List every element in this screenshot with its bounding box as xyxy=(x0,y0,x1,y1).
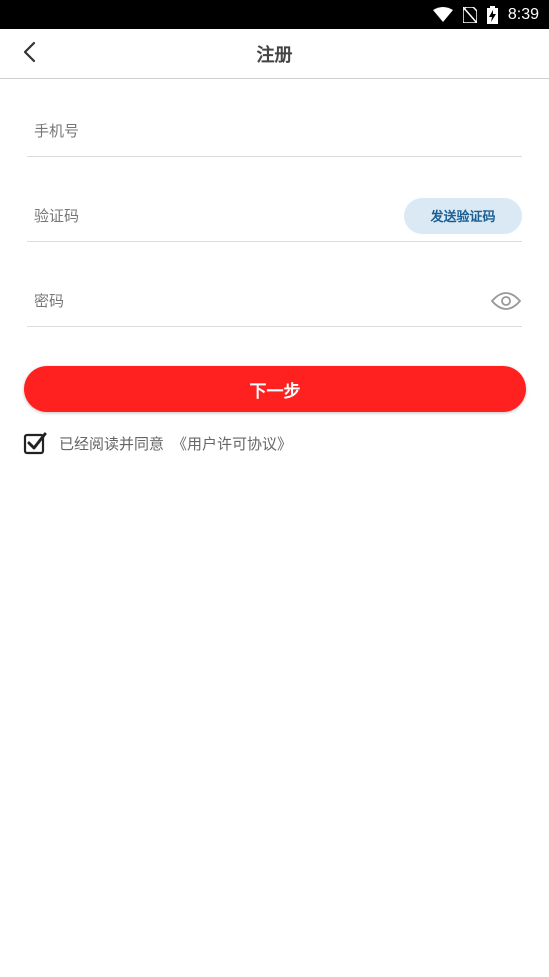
wifi-icon xyxy=(432,6,453,23)
agreement-row: 已经阅读并同意 《用户许可协议》 xyxy=(23,430,292,456)
user-license-link[interactable]: 《用户许可协议》 xyxy=(172,433,292,454)
status-time: 8:39 xyxy=(507,5,539,23)
phone-input[interactable] xyxy=(27,110,522,151)
agree-checkbox[interactable] xyxy=(23,431,47,455)
password-field xyxy=(27,275,522,327)
no-sim-icon xyxy=(462,6,477,23)
status-bar: 8:39 xyxy=(0,0,549,29)
header: 注册 xyxy=(0,29,549,79)
back-button[interactable] xyxy=(14,39,44,69)
phone-field xyxy=(27,105,522,157)
code-field: 发送验证码 xyxy=(27,190,522,242)
password-input[interactable] xyxy=(27,280,490,321)
eye-icon[interactable] xyxy=(490,289,522,313)
battery-charging-icon xyxy=(486,5,498,24)
agreement-text: 已经阅读并同意 xyxy=(59,434,165,453)
next-step-button[interactable]: 下一步 xyxy=(24,366,526,412)
checkbox-checked-icon xyxy=(23,432,47,455)
chevron-left-icon xyxy=(22,41,36,67)
page-title: 注册 xyxy=(256,44,293,66)
send-code-button[interactable]: 发送验证码 xyxy=(404,197,522,234)
code-input[interactable] xyxy=(27,195,404,236)
